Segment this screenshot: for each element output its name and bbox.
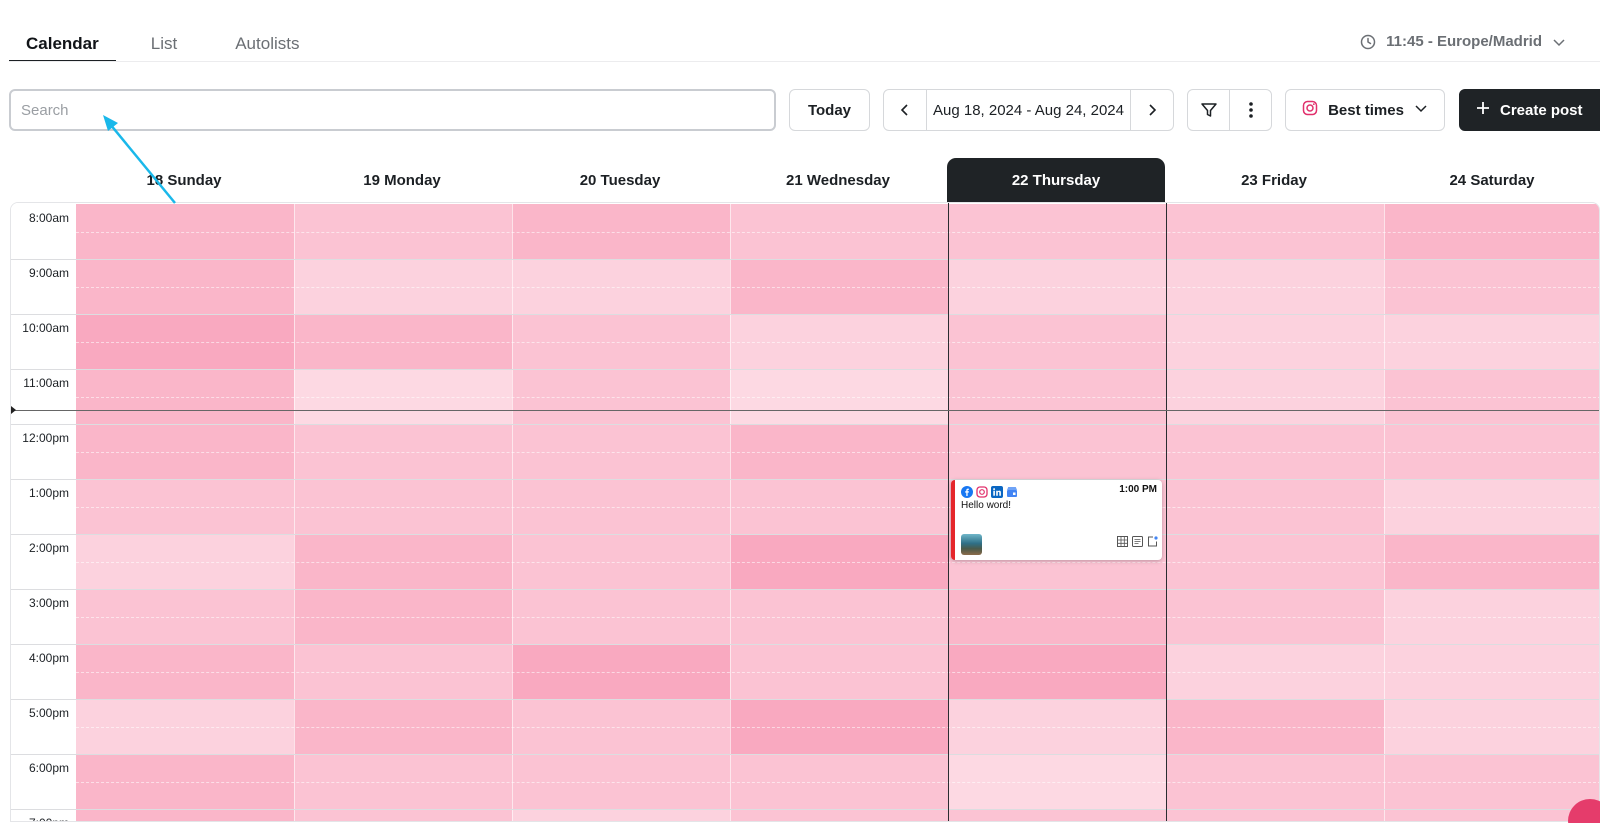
column-separator bbox=[294, 203, 295, 821]
current-time-line bbox=[11, 410, 1599, 412]
half-hour-line bbox=[76, 451, 1599, 453]
current-time-marker bbox=[11, 406, 16, 415]
tab-calendar[interactable]: Calendar bbox=[9, 28, 116, 62]
timezone-label: 11:45 - Europe/Madrid bbox=[1386, 33, 1542, 50]
half-hour-line bbox=[76, 671, 1599, 673]
best-times-label: Best times bbox=[1328, 101, 1404, 119]
tab-list[interactable]: List bbox=[134, 28, 194, 62]
half-hour-line bbox=[76, 726, 1599, 728]
tabs-divider bbox=[9, 61, 1600, 62]
hour-line bbox=[11, 314, 1599, 315]
day-headers: 18 Sunday 19 Monday 20 Tuesday 21 Wednesday… bbox=[75, 158, 1600, 202]
time-column: 8:00am 9:00am 10:00am 11:00am 12:00pm 1:00pm 2… bbox=[11, 203, 76, 821]
edit-note-icon[interactable] bbox=[1147, 534, 1158, 552]
clock-icon bbox=[1360, 34, 1376, 50]
day-header-3[interactable]: 21 Wednesday bbox=[729, 158, 947, 202]
time-label: 5:00pm bbox=[28, 706, 69, 720]
hour-line bbox=[11, 259, 1599, 260]
search-input[interactable] bbox=[9, 89, 776, 131]
column-separator bbox=[1384, 203, 1385, 821]
hour-line bbox=[11, 699, 1599, 700]
time-slot[interactable] bbox=[76, 809, 294, 821]
hour-line bbox=[11, 369, 1599, 370]
chevron-left-icon bbox=[900, 104, 908, 116]
hour-line bbox=[11, 754, 1599, 755]
today-button[interactable]: Today bbox=[789, 89, 870, 131]
timezone-selector[interactable]: 11:45 - Europe/Madrid bbox=[1360, 33, 1566, 50]
time-label: 10:00am bbox=[22, 321, 69, 335]
more-vertical-icon bbox=[1248, 102, 1253, 118]
half-hour-line bbox=[76, 286, 1599, 288]
next-week-button[interactable] bbox=[1131, 90, 1173, 130]
time-label: 2:00pm bbox=[28, 541, 69, 555]
time-label: 4:00pm bbox=[28, 651, 69, 665]
tab-autolists[interactable]: Autolists bbox=[218, 28, 316, 62]
create-post-label: Create post bbox=[1500, 101, 1583, 119]
half-hour-line bbox=[76, 616, 1599, 618]
day-header-4[interactable]: 22 Thursday bbox=[947, 158, 1165, 202]
date-range-label[interactable]: Aug 18, 2024 - Aug 24, 2024 bbox=[926, 90, 1131, 130]
grid-icon[interactable] bbox=[1117, 534, 1128, 552]
time-label: 9:00am bbox=[28, 266, 69, 280]
hour-line bbox=[11, 644, 1599, 645]
calendar-options bbox=[1187, 89, 1272, 131]
day-header-0[interactable]: 18 Sunday bbox=[75, 158, 293, 202]
create-post-button[interactable]: Create post bbox=[1459, 89, 1600, 131]
day-header-5[interactable]: 23 Friday bbox=[1165, 158, 1383, 202]
view-tabs: Calendar List Autolists bbox=[9, 28, 316, 62]
hour-line bbox=[11, 589, 1599, 590]
post-time: 1:00 PM bbox=[1119, 484, 1157, 495]
half-hour-line bbox=[76, 561, 1599, 563]
time-slot[interactable] bbox=[730, 809, 948, 821]
column-separator bbox=[512, 203, 513, 821]
half-hour-line bbox=[76, 341, 1599, 343]
hour-line bbox=[11, 534, 1599, 535]
time-slot[interactable] bbox=[294, 809, 512, 821]
calendar-grid: 8:00am 9:00am 10:00am 11:00am 12:00pm 1:00pm 2… bbox=[10, 202, 1600, 822]
time-slot[interactable] bbox=[1166, 809, 1384, 821]
half-hour-line bbox=[76, 506, 1599, 508]
notes-icon[interactable] bbox=[1132, 534, 1143, 552]
chevron-down-icon bbox=[1552, 35, 1566, 49]
post-thumbnail bbox=[961, 534, 982, 555]
best-times-dropdown[interactable]: Best times bbox=[1285, 89, 1445, 131]
half-hour-line bbox=[76, 781, 1599, 783]
column-separator bbox=[730, 203, 731, 821]
hour-line bbox=[11, 809, 1599, 810]
chevron-right-icon bbox=[1149, 104, 1157, 116]
filter-icon bbox=[1200, 103, 1217, 117]
hour-line bbox=[11, 424, 1599, 425]
filter-button[interactable] bbox=[1188, 90, 1229, 130]
week-calendar: 18 Sunday 19 Monday 20 Tuesday 21 Wednesday… bbox=[10, 158, 1600, 823]
time-label: 3:00pm bbox=[28, 596, 69, 610]
instagram-icon bbox=[1302, 100, 1318, 120]
hour-line bbox=[11, 479, 1599, 480]
time-label: 6:00pm bbox=[28, 761, 69, 775]
plus-icon bbox=[1476, 101, 1490, 119]
half-hour-line bbox=[76, 396, 1599, 398]
day-header-1[interactable]: 19 Monday bbox=[293, 158, 511, 202]
time-label: 8:00am bbox=[28, 211, 69, 225]
chevron-down-icon bbox=[1414, 101, 1428, 119]
day-header-6[interactable]: 24 Saturday bbox=[1383, 158, 1600, 202]
scheduled-post-card[interactable]: 1:00 PM Hello word! bbox=[951, 480, 1162, 560]
previous-week-button[interactable] bbox=[884, 90, 926, 130]
time-label: 12:00pm bbox=[22, 431, 69, 445]
time-label: 1:00pm bbox=[28, 486, 69, 500]
time-slot[interactable] bbox=[512, 809, 730, 821]
time-label: 7:00pm bbox=[11, 816, 69, 821]
time-label: 11:00am bbox=[23, 376, 69, 390]
post-actions bbox=[1117, 534, 1158, 552]
day-header-2[interactable]: 20 Tuesday bbox=[511, 158, 729, 202]
post-text: Hello word! bbox=[961, 500, 1012, 511]
more-options-button[interactable] bbox=[1229, 90, 1271, 130]
half-hour-line bbox=[76, 231, 1599, 233]
date-navigator: Aug 18, 2024 - Aug 24, 2024 bbox=[883, 89, 1174, 131]
